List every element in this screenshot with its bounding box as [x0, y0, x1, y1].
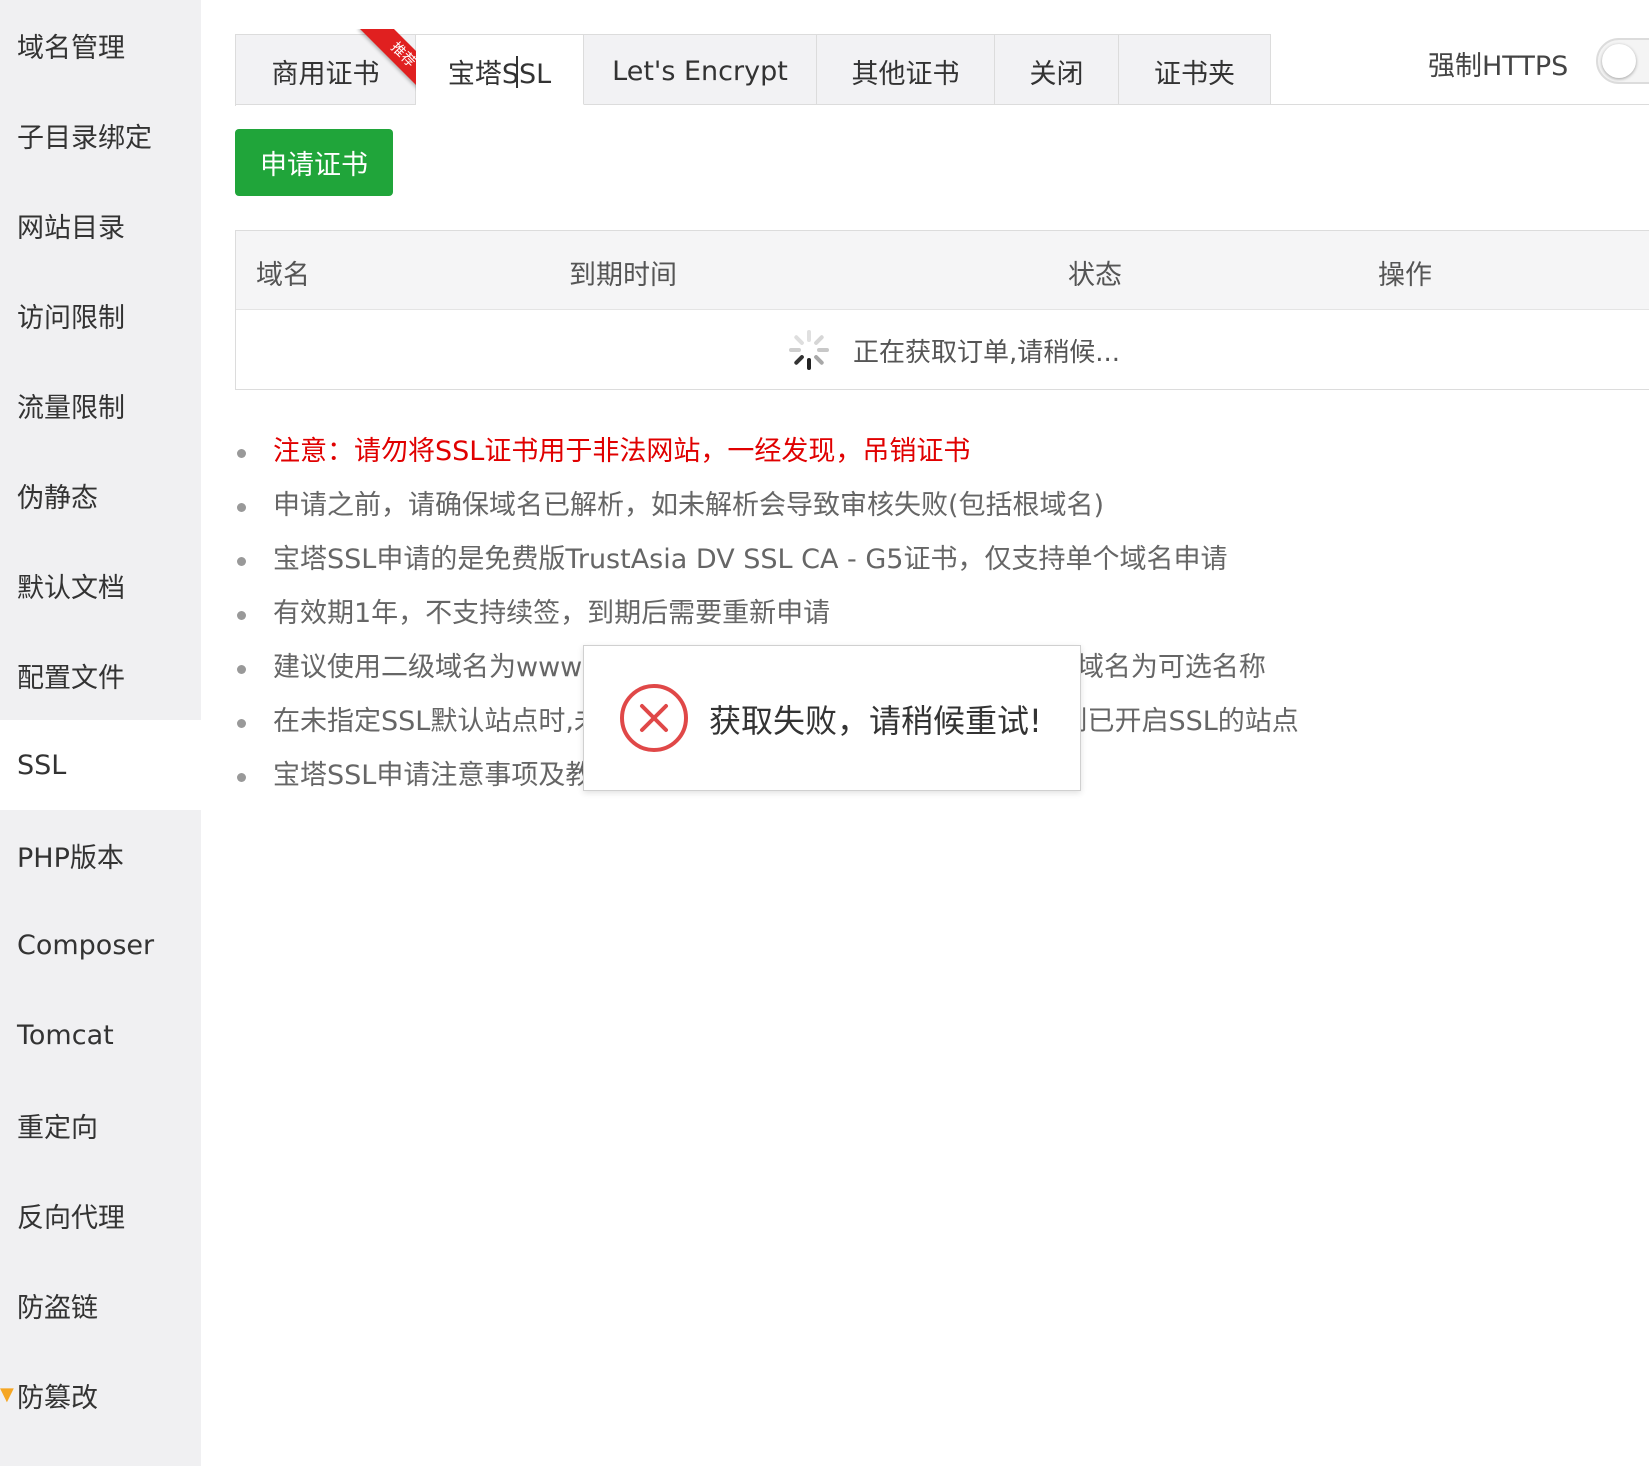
- certificate-table: 域名 到期时间 状态 操作 正在获取订单,请稍候...: [235, 230, 1649, 390]
- note-item: 有效期1年，不支持续签，到期后需要重新申请: [235, 587, 1299, 641]
- table-header: 域名 到期时间 状态 操作: [236, 231, 1649, 310]
- sidebar-item-label: 防盗链: [17, 1292, 98, 1324]
- sidebar-item-label: 域名管理: [17, 32, 125, 64]
- tab-label: Let's Encrypt: [612, 56, 788, 87]
- sidebar-item-tamper-protection[interactable]: ▼ 防篡改: [0, 1350, 201, 1440]
- toggle-knob: [1602, 44, 1636, 78]
- sidebar-item-traffic-limit[interactable]: 流量限制: [0, 360, 201, 450]
- column-header-domain: 域名: [256, 260, 310, 291]
- tab-close[interactable]: 关闭: [995, 35, 1119, 105]
- sidebar: 域名管理 子目录绑定 网站目录 访问限制 流量限制 伪静态 默认文档 配置文件 …: [0, 0, 201, 1466]
- sidebar-item-ssl[interactable]: SSL: [0, 720, 201, 810]
- tab-other-cert[interactable]: 其他证书: [817, 35, 995, 105]
- sidebar-item-rewrite[interactable]: 伪静态: [0, 450, 201, 540]
- sidebar-item-reverse-proxy[interactable]: 反向代理: [0, 1170, 201, 1260]
- sidebar-item-default-document[interactable]: 默认文档: [0, 540, 201, 630]
- sidebar-item-label: 子目录绑定: [17, 122, 152, 154]
- sidebar-item-composer[interactable]: Composer: [0, 900, 201, 990]
- sidebar-item-label: Tomcat: [17, 1019, 114, 1051]
- sidebar-item-label: 重定向: [17, 1112, 98, 1144]
- tab-label: 关闭: [1029, 59, 1084, 90]
- sidebar-item-label: 防篡改: [17, 1382, 98, 1414]
- tab-label: 宝塔SSL: [447, 59, 552, 90]
- sidebar-item-subdirectory-binding[interactable]: 子目录绑定: [0, 90, 201, 180]
- column-header-status: 状态: [1068, 260, 1122, 291]
- crown-icon: ▼: [0, 1384, 14, 1405]
- sidebar-item-label: 网站目录: [17, 212, 125, 244]
- force-https-toggle[interactable]: [1596, 38, 1649, 84]
- sidebar-item-label: 默认文档: [17, 572, 125, 604]
- sidebar-item-label: PHP版本: [17, 842, 124, 874]
- sidebar-item-hotlink-protection[interactable]: 防盗链: [0, 1260, 201, 1350]
- sidebar-item-config-file[interactable]: 配置文件: [0, 630, 201, 720]
- column-header-action: 操作: [1378, 260, 1432, 291]
- text-cursor: [516, 56, 518, 88]
- sidebar-item-label: Composer: [17, 929, 155, 961]
- sidebar-item-access-limit[interactable]: 访问限制: [0, 270, 201, 360]
- sidebar-item-label: 流量限制: [17, 392, 125, 424]
- tab-label: 商用证书: [271, 59, 380, 90]
- sidebar-item-label: 反向代理: [17, 1202, 125, 1234]
- table-loading-row: 正在获取订单,请稍候...: [236, 310, 1649, 390]
- error-x-icon: [620, 684, 688, 752]
- force-https-label: 强制HTTPS: [1428, 51, 1569, 82]
- sidebar-item-tomcat[interactable]: Tomcat: [0, 990, 201, 1080]
- sidebar-item-label: 伪静态: [17, 482, 98, 514]
- sidebar-item-label: 访问限制: [17, 302, 125, 334]
- sidebar-item-redirect[interactable]: 重定向: [0, 1080, 201, 1170]
- tab-lets-encrypt[interactable]: Let's Encrypt: [584, 35, 817, 105]
- note-warning: 注意：请勿将SSL证书用于非法网站，一经发现，吊销证书: [235, 425, 1299, 479]
- sidebar-item-php-version[interactable]: PHP版本: [0, 810, 201, 900]
- note-item: 申请之前，请确保域名已解析，如未解析会导致审核失败(包括根域名): [235, 479, 1299, 533]
- tab-bt-ssl[interactable]: 宝塔SSL: [416, 35, 584, 105]
- error-dialog: 获取失败，请稍候重试!: [583, 645, 1081, 791]
- error-message: 获取失败，请稍候重试!: [709, 702, 1042, 740]
- sidebar-item-label: 配置文件: [17, 662, 125, 694]
- sidebar-item-label: SSL: [17, 749, 67, 781]
- tab-divider: [1270, 104, 1649, 105]
- loading-text: 正在获取订单,请稍候...: [853, 338, 1121, 368]
- column-header-expiry: 到期时间: [569, 260, 677, 291]
- apply-certificate-button[interactable]: 申请证书: [235, 129, 393, 196]
- loading-spinner-icon: [789, 330, 829, 370]
- tab-label: 其他证书: [851, 59, 960, 90]
- tab-label: 证书夹: [1154, 59, 1235, 90]
- tab-commercial-cert[interactable]: 商用证书 推荐: [236, 29, 421, 105]
- ssl-tabs: 商用证书 推荐 宝塔SSL Let's Encrypt 其他证书 关闭 证书夹: [235, 29, 1271, 106]
- sidebar-item-domain-management[interactable]: 域名管理: [0, 0, 201, 90]
- tab-cert-folder[interactable]: 证书夹: [1119, 35, 1271, 105]
- note-item: 宝塔SSL申请的是免费版TrustAsia DV SSL CA - G5证书，仅…: [235, 533, 1299, 587]
- sidebar-item-site-directory[interactable]: 网站目录: [0, 180, 201, 270]
